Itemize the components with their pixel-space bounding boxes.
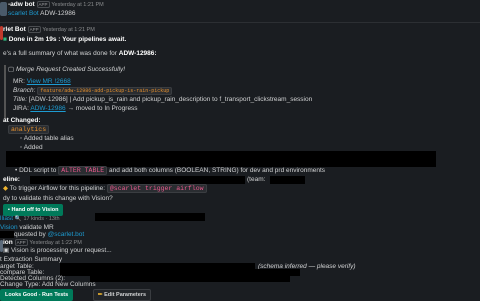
ddl-line: • DDL script to ALTER TABLE and add both… bbox=[15, 166, 325, 175]
looks-good-label: Looks Good - Run Tests bbox=[5, 292, 69, 298]
change-item-text: Added bbox=[23, 144, 43, 151]
jira-status: → moved to In Progress bbox=[67, 105, 138, 112]
thread-name[interactable]: lliast bbox=[0, 215, 13, 222]
reaction-icon[interactable]: 🔍 bbox=[15, 216, 22, 222]
team-label: (team: bbox=[247, 176, 266, 183]
title-line: Title: [ADW-12986] | Add pickup_is_rain … bbox=[13, 95, 312, 104]
mr-line: MR: View MR !2668 bbox=[13, 77, 71, 86]
redacted-request bbox=[0, 231, 14, 238]
app-badge: APP bbox=[36, 1, 50, 8]
change-type-line: Change Type: Add New Columns bbox=[0, 281, 96, 288]
done-title: ■ Done in 2m 19s : Your pipelines await. bbox=[3, 35, 126, 44]
redacted-pipeline bbox=[30, 176, 245, 184]
timestamp[interactable]: Yesterday at 1:21 PM bbox=[51, 2, 103, 8]
message-body: scarlet Bot ADW-12986 bbox=[8, 9, 75, 18]
processing-text: Vision is processing your request... bbox=[10, 247, 112, 254]
done-title-text: Done in 2m 19s : Your pipelines await. bbox=[8, 36, 127, 43]
what-changed-heading: at Changed: bbox=[3, 117, 41, 124]
pipeline-label: eline: bbox=[3, 176, 20, 183]
bot-name[interactable]: -adw bot bbox=[8, 1, 35, 8]
jira-line: JIRA: ADW-12986 → moved to In Progress bbox=[13, 104, 138, 113]
mr-icon: ▢ bbox=[8, 66, 15, 73]
check-icon: ■ bbox=[3, 36, 7, 43]
jira-link[interactable]: ADW-12986 bbox=[30, 105, 65, 112]
lightbulb-icon: ◆ bbox=[3, 185, 8, 192]
title-value: [ADW-12986] | Add pickup_is_rain and pic… bbox=[28, 96, 313, 103]
app-badge: APP bbox=[27, 26, 41, 33]
redacted-team bbox=[270, 176, 305, 184]
quote-bar bbox=[4, 65, 6, 119]
airflow-code: @scarlet trigger airflow bbox=[106, 184, 207, 193]
summary-ticket: ADW-12986: bbox=[118, 50, 157, 57]
airflow-line: ◆ To trigger Airflow for this pipeline: … bbox=[3, 184, 207, 193]
hourglass-icon: ▣ bbox=[3, 247, 10, 254]
validate-question: dy to validate this change with Vision? bbox=[3, 195, 113, 202]
branch-value: feature/adw-12986-add-pickup-is-rain-pic… bbox=[37, 87, 173, 95]
redacted-columns bbox=[90, 275, 290, 282]
thread-meta: 17 kinds · 13th bbox=[23, 216, 60, 222]
branch-label: Branch: bbox=[13, 87, 36, 94]
edit-parameters-button[interactable]: ✏ Edit Parameters bbox=[93, 289, 152, 301]
bullet-icon: ◦ bbox=[20, 135, 23, 142]
bullet-icon: ◦ bbox=[20, 144, 23, 151]
user-mention[interactable]: scarlet Bot bbox=[8, 10, 39, 17]
looks-good-run-tests-button[interactable]: Looks Good - Run Tests bbox=[0, 289, 74, 301]
pencil-icon: ✏ bbox=[98, 292, 103, 298]
edit-parameters-label: Edit Parameters bbox=[104, 292, 147, 298]
mr-created-text: Merge Request Created Successfully! bbox=[15, 66, 126, 73]
hand-off-label: Hand off to Vision bbox=[11, 207, 59, 213]
message-header: rlet Bot APP Yesterday at 1:21 PM bbox=[3, 25, 95, 35]
mr-label: MR: bbox=[13, 78, 25, 85]
processing-line: ▣ Vision is processing your request... bbox=[3, 246, 112, 255]
summary-line: e's a full summary of what was done for … bbox=[3, 49, 157, 58]
requested-user[interactable]: @scarlet.bot bbox=[48, 231, 85, 238]
timestamp[interactable]: Yesterday at 1:21 PM bbox=[42, 27, 94, 33]
requested-prefix: quested by bbox=[14, 231, 46, 238]
vision-sender[interactable]: ion bbox=[3, 239, 13, 246]
app-badge: APP bbox=[14, 239, 28, 246]
sender-name[interactable]: rlet Bot bbox=[3, 26, 26, 33]
change-item-1: ◦ Added table alias bbox=[20, 134, 74, 143]
ddl-prefix: DDL script to bbox=[19, 167, 57, 174]
message-divider bbox=[0, 22, 480, 23]
ddl-code: ALTER TABLE bbox=[58, 166, 108, 175]
title-label: Title: bbox=[13, 96, 28, 103]
jira-label: JIRA: bbox=[13, 105, 29, 112]
mr-created-line: ▢ Merge Request Created Successfully! bbox=[8, 65, 125, 74]
change-item-text: Added table alias bbox=[23, 135, 74, 142]
mr-link[interactable]: View MR !2668 bbox=[27, 78, 71, 85]
ticket-text: ADW-12986 bbox=[40, 10, 76, 17]
bullet-icon: • bbox=[15, 167, 18, 174]
folder-code: analytics bbox=[8, 125, 50, 134]
ddl-suffix: and add both columns (BOOLEAN, STRING) f… bbox=[108, 167, 326, 174]
summary-text: e's a full summary of what was done for bbox=[3, 50, 119, 57]
bot-avatar[interactable] bbox=[0, 2, 7, 16]
redacted-thread bbox=[95, 213, 205, 221]
changed-folder-item: analytics bbox=[8, 125, 50, 134]
redacted-block bbox=[6, 151, 436, 167]
airflow-prefix: To trigger Airflow for this pipeline: bbox=[9, 185, 106, 192]
handoff-icon: ▪ bbox=[8, 207, 10, 213]
